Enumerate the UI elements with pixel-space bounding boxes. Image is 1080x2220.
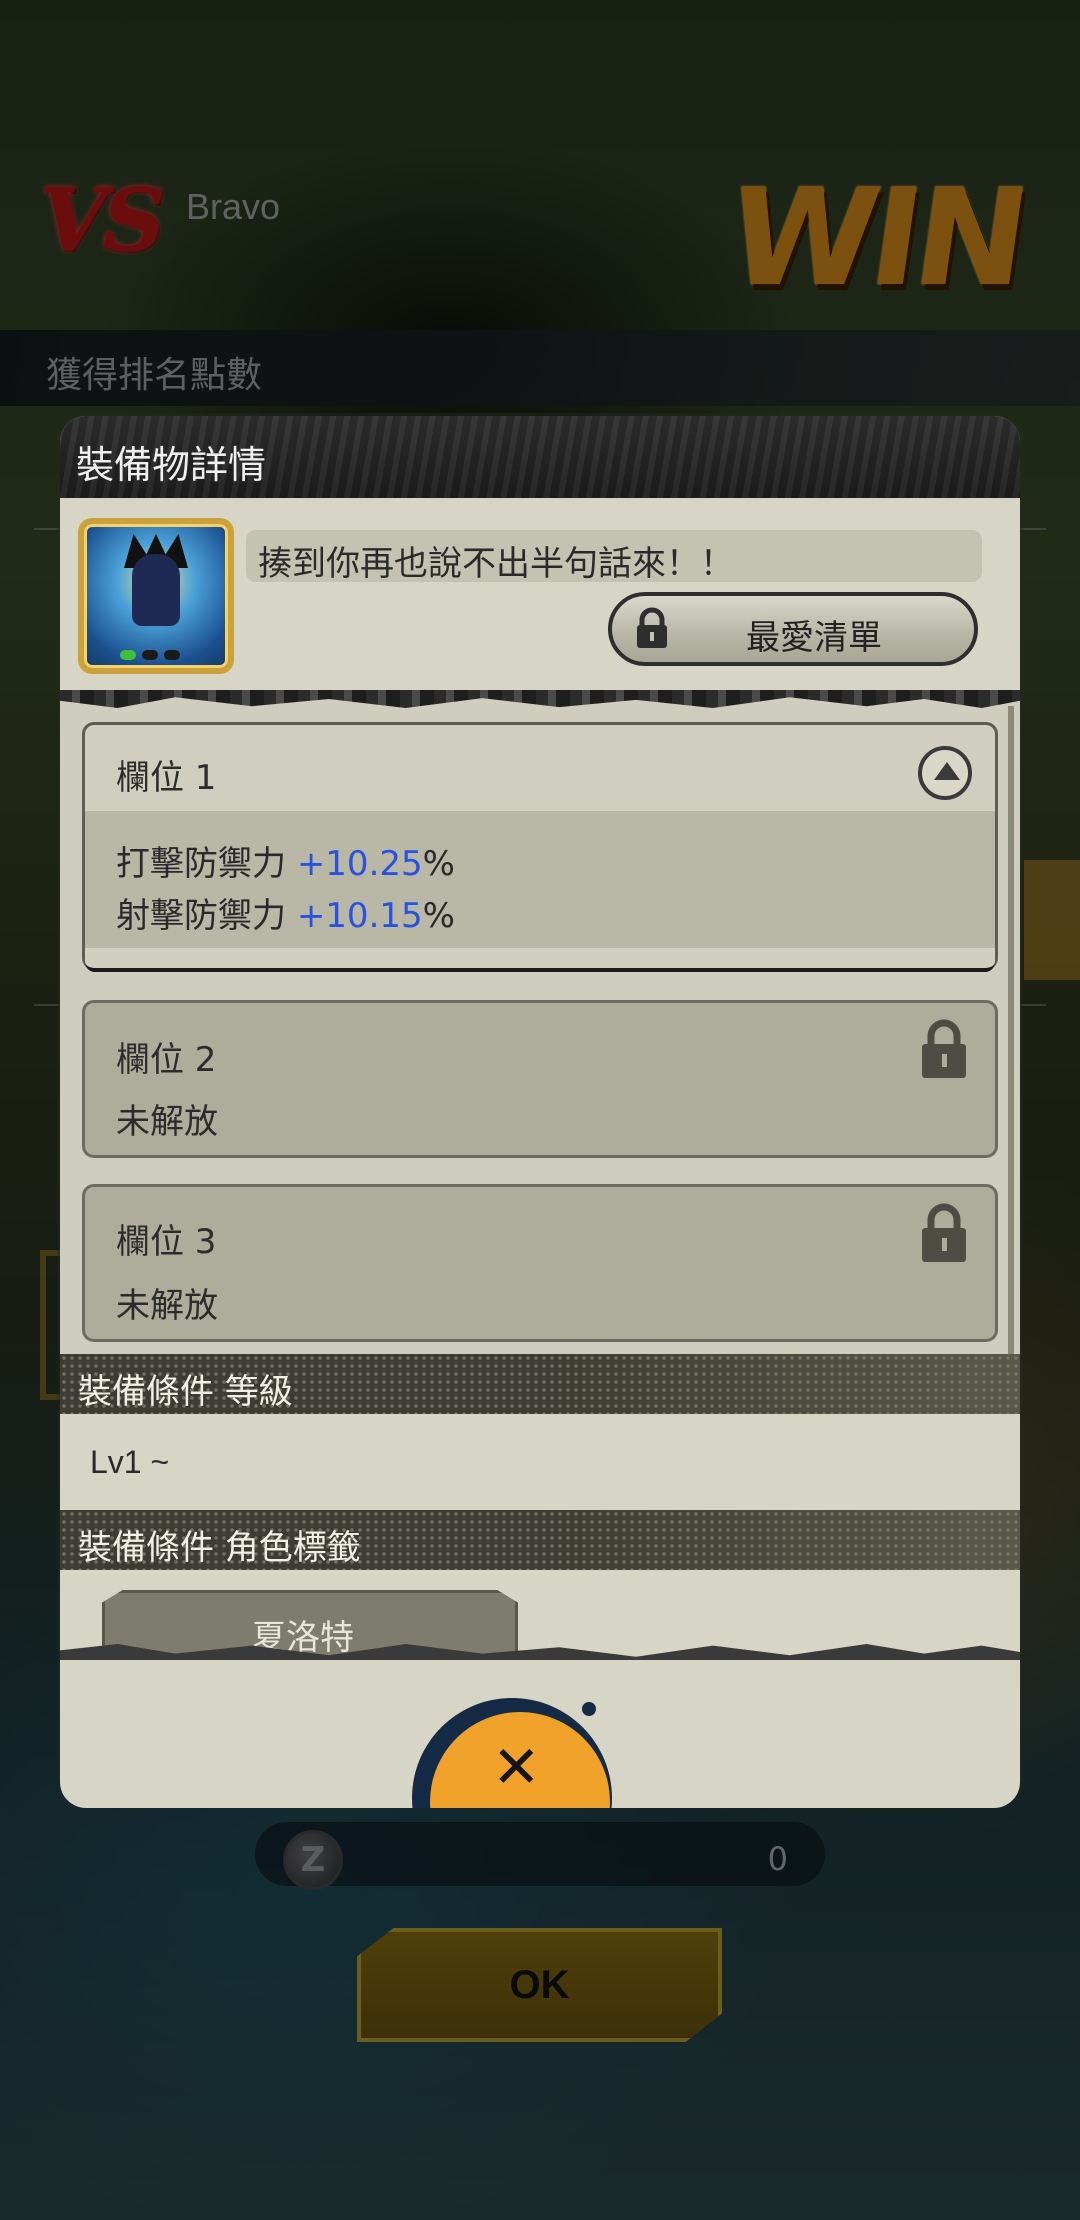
slot-1-title: 欄位 1 <box>116 758 217 798</box>
rarity-dots <box>120 650 180 660</box>
modal-footer: ✕ <box>60 1660 1020 1808</box>
slot-1-stat-2: 射擊防禦力 +10.15% <box>116 888 455 937</box>
item-thumbnail <box>78 518 234 674</box>
slot-3-status: 未解放 <box>116 1286 218 1326</box>
lock-icon <box>922 1203 966 1262</box>
favorite-label: 最愛清單 <box>746 618 882 658</box>
stat-unit: % <box>422 896 455 936</box>
stat-value: +10.15 <box>296 896 423 936</box>
slot-1-stat-1: 打擊防禦力 +10.25% <box>116 836 455 885</box>
lock-icon <box>922 1019 966 1078</box>
level-section-body <box>60 1414 1020 1510</box>
stat-name: 射擊防禦力 <box>116 896 286 936</box>
stat-name: 打擊防禦力 <box>116 844 286 884</box>
slot-2-status: 未解放 <box>116 1102 218 1142</box>
item-name: 揍到你再也說不出半句話來！！ <box>258 544 734 584</box>
rarity-dot <box>142 650 158 660</box>
slot-1-bottom-edge <box>85 948 995 972</box>
modal-title: 裝備物詳情 <box>76 443 267 487</box>
slot-2-title: 欄位 2 <box>116 1040 217 1080</box>
stat-value: +10.25 <box>296 844 423 884</box>
lock-icon <box>637 607 667 648</box>
collapse-arrow-icon[interactable] <box>918 746 972 800</box>
rarity-dot <box>120 650 136 660</box>
slot-2-card[interactable] <box>82 1000 998 1158</box>
rarity-dot <box>164 650 180 660</box>
close-icon: ✕ <box>492 1733 541 1801</box>
tag-section-title: 裝備條件 角色標籤 <box>78 1528 361 1568</box>
level-requirement: Lv1 ~ <box>90 1444 170 1480</box>
slot-3-title: 欄位 3 <box>116 1222 217 1262</box>
slot-1-header[interactable] <box>85 725 995 811</box>
level-section-title: 裝備條件 等級 <box>78 1372 293 1412</box>
stat-unit: % <box>422 844 455 884</box>
slot-3-card[interactable] <box>82 1184 998 1342</box>
ink-splash <box>582 1702 596 1716</box>
character-figure <box>132 554 180 626</box>
